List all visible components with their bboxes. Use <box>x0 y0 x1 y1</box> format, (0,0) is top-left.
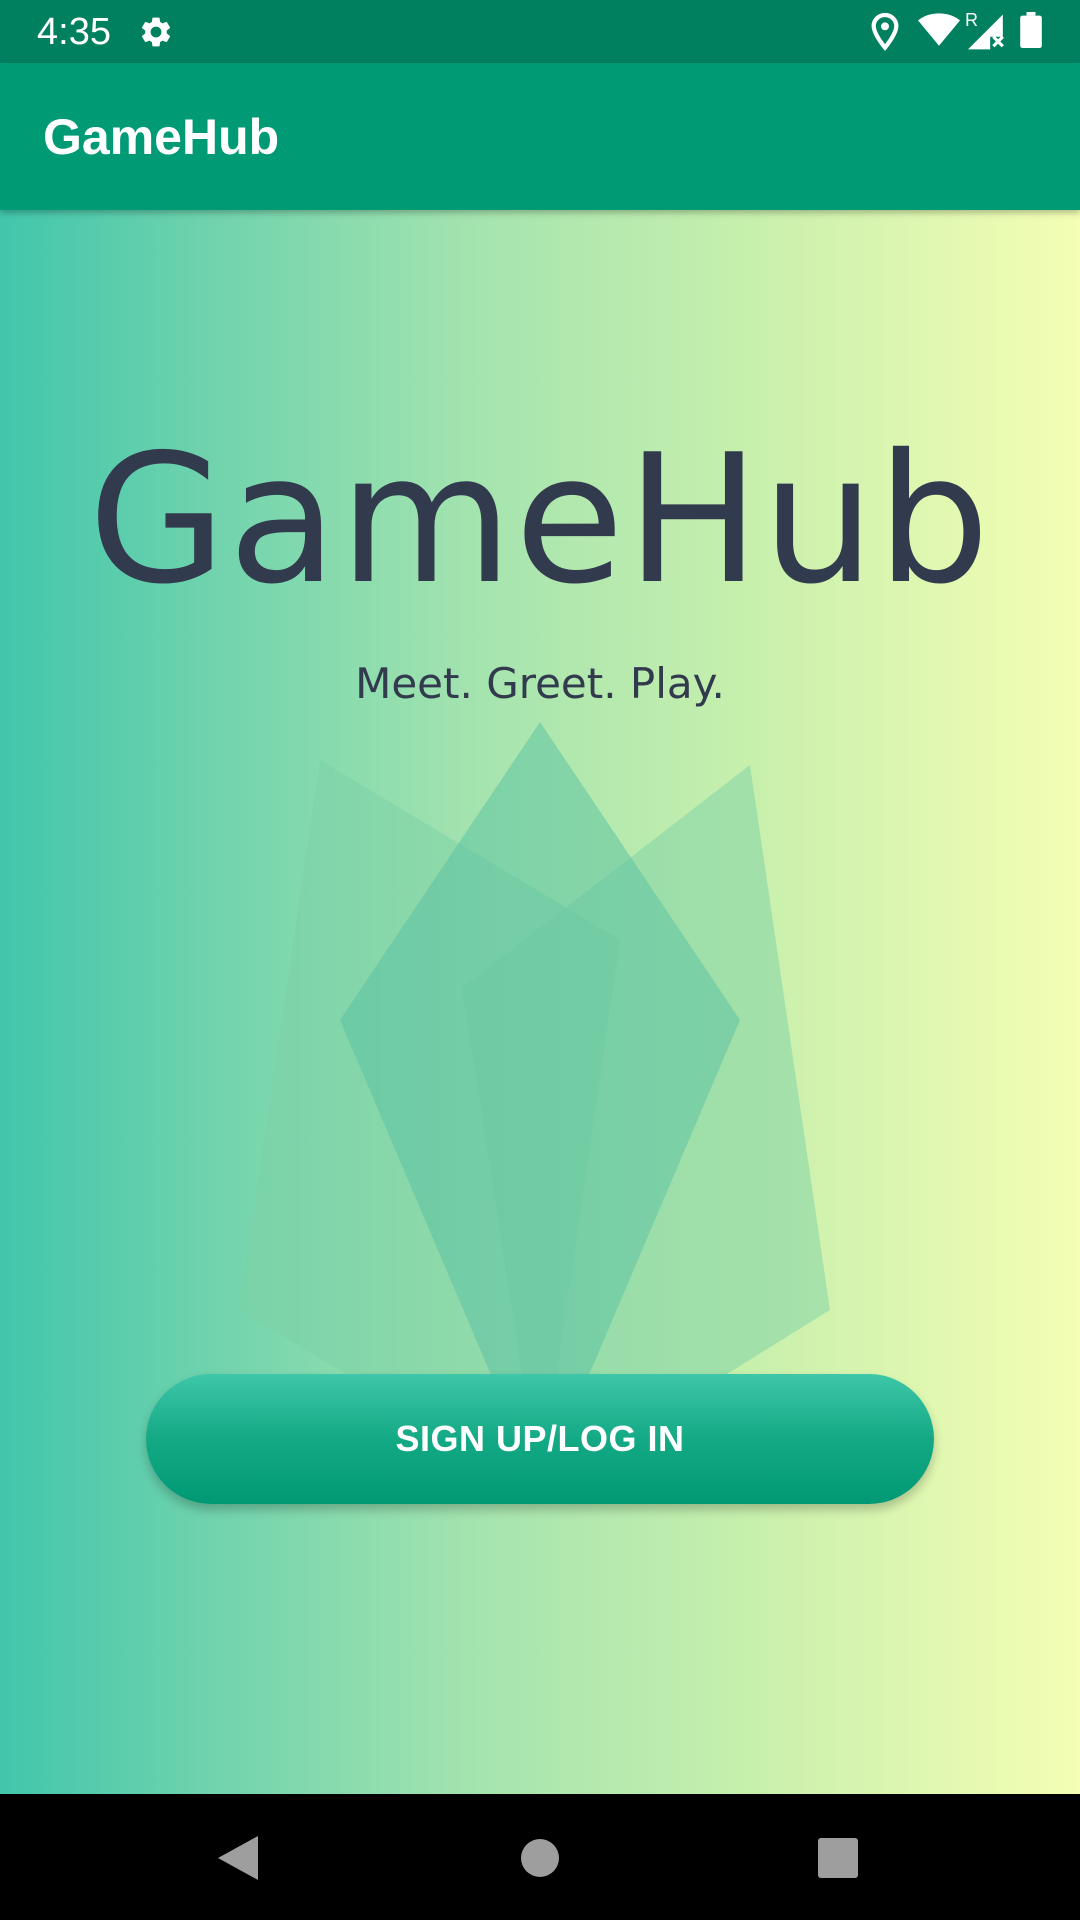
gear-icon <box>138 14 174 50</box>
app-bar-title: GameHub <box>43 109 280 165</box>
status-bar: 4:35 R <box>0 0 1080 63</box>
main-content: GameHub Meet. Greet. Play. SIGN UP/LOG I… <box>0 210 1080 1794</box>
hero-title: GameHub <box>88 416 992 623</box>
back-icon[interactable] <box>208 1828 268 1888</box>
signal-icon <box>968 14 1006 55</box>
recents-icon[interactable] <box>808 1828 868 1888</box>
app-bar: GameHub <box>0 63 1080 210</box>
home-icon[interactable] <box>510 1828 570 1888</box>
screen: 4:35 R GameHub GameHub Meet. Greet. Play… <box>0 0 1080 1920</box>
sign-up-login-button[interactable]: SIGN UP/LOG IN <box>146 1374 934 1504</box>
status-time: 4:35 <box>37 11 111 53</box>
wifi-icon <box>918 12 960 53</box>
tagline: Meet. Greet. Play. <box>355 659 725 708</box>
location-icon <box>868 12 902 57</box>
navigation-bar <box>0 1794 1080 1920</box>
battery-icon <box>1020 12 1042 53</box>
